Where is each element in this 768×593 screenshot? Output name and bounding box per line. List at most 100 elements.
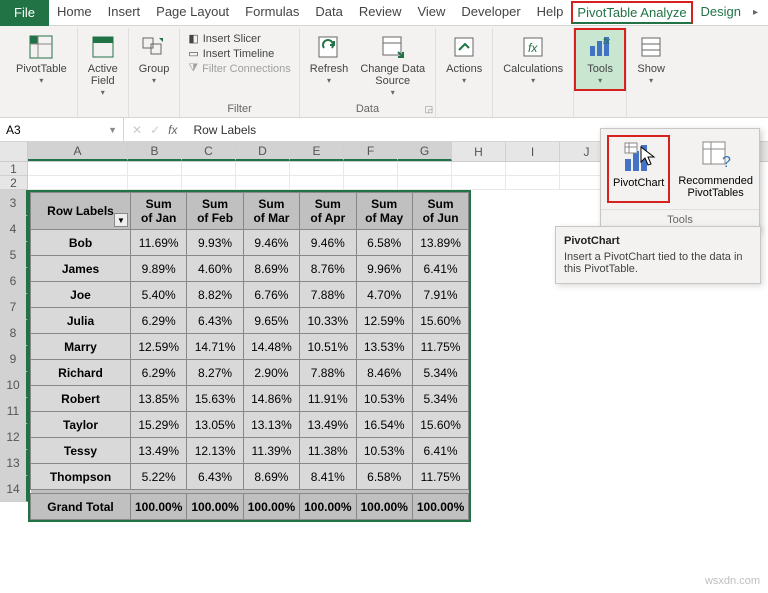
label: Refresh <box>310 63 349 75</box>
tab-review[interactable]: Review <box>351 0 410 25</box>
col-header[interactable]: H <box>452 142 506 161</box>
row-header[interactable]: 8 <box>0 320 28 346</box>
tab-formulas[interactable]: Formulas <box>237 0 307 25</box>
show-button[interactable]: Show ▾ <box>633 30 669 89</box>
tab-developer[interactable]: Developer <box>453 0 528 25</box>
fx-icon[interactable]: fx <box>168 123 177 137</box>
group-show: Show ▾ <box>627 28 675 117</box>
tab-insert[interactable]: Insert <box>100 0 149 25</box>
tools-button[interactable]: fx Tools ▾ <box>574 28 626 91</box>
label: Calculations <box>503 63 563 75</box>
col-header[interactable]: F <box>344 142 398 161</box>
tools-dropdown: PivotChart ? Recommended PivotTables Too… <box>600 128 760 231</box>
tab-data[interactable]: Data <box>307 0 350 25</box>
grand-total-row[interactable]: Grand Total100.00%100.00%100.00%100.00%1… <box>31 494 469 520</box>
tooltip: PivotChart Insert a PivotChart tied to t… <box>555 226 761 284</box>
label: Group <box>139 63 170 75</box>
name-box[interactable]: A3 ▼ <box>0 118 124 141</box>
tab-home[interactable]: Home <box>49 0 100 25</box>
actions-button[interactable]: Actions ▾ <box>442 30 486 89</box>
row-header[interactable]: 13 <box>0 450 28 476</box>
col-header[interactable]: E <box>290 142 344 161</box>
pivotchart-button[interactable]: PivotChart <box>607 135 670 203</box>
tab-view[interactable]: View <box>409 0 453 25</box>
table-row[interactable]: Tessy13.49%12.13%11.39%11.38%10.53%6.41% <box>31 438 469 464</box>
refresh-button[interactable]: Refresh ▾ <box>306 30 353 89</box>
table-row[interactable]: Taylor15.29%13.05%13.13%13.49%16.54%15.6… <box>31 412 469 438</box>
insert-timeline-button[interactable]: ▭Insert Timeline <box>188 47 290 60</box>
menubar: File Home Insert Page Layout Formulas Da… <box>0 0 768 26</box>
chevron-down-icon: ▾ <box>462 77 466 86</box>
timeline-icon: ▭ <box>188 47 198 60</box>
calculations-button[interactable]: fx Calculations ▾ <box>499 30 567 89</box>
col-header[interactable]: B <box>128 142 182 161</box>
row-header[interactable]: 14 <box>0 476 28 502</box>
col-header[interactable]: D <box>236 142 290 161</box>
chevron-down-icon: ▾ <box>391 89 395 98</box>
tabs-more-chevron-icon[interactable]: ▸ <box>749 3 762 22</box>
formula-input[interactable]: Row Labels <box>185 123 264 137</box>
label: Actions <box>446 63 482 75</box>
group-pivottable: PivotTable ▾ <box>6 28 78 117</box>
col-header[interactable]: C <box>182 142 236 161</box>
pivot-table[interactable]: Row Labels▼Sumof JanSumof FebSumof MarSu… <box>28 190 471 522</box>
activefield-icon <box>89 33 117 61</box>
changedatasource-button[interactable]: Change Data Source ▾ <box>356 30 429 101</box>
row-header[interactable]: 4 <box>0 216 28 242</box>
row-header[interactable]: 6 <box>0 268 28 294</box>
filter-dropdown-icon[interactable]: ▼ <box>114 213 128 227</box>
activefield-button[interactable]: Active Field ▾ <box>84 30 122 101</box>
row-header[interactable]: 5 <box>0 242 28 268</box>
table-row[interactable]: Thompson5.22%6.43%8.69%8.41%6.58%11.75% <box>31 464 469 490</box>
pivottable-icon <box>27 33 55 61</box>
filter-connections-button: ⧩Filter Connections <box>188 62 290 75</box>
table-row[interactable]: Robert13.85%15.63%14.86%11.91%10.53%5.34… <box>31 386 469 412</box>
row-header[interactable]: 3 <box>0 190 28 216</box>
pivottable-button[interactable]: PivotTable ▾ <box>12 30 71 89</box>
row-header[interactable]: 2 <box>0 176 28 190</box>
table-row[interactable]: Bob11.69%9.93%9.46%9.46%6.58%13.89% <box>31 230 469 256</box>
table-row[interactable]: Richard6.29%8.27%2.90%7.88%8.46%5.34% <box>31 360 469 386</box>
col-header[interactable]: I <box>506 142 560 161</box>
table-row[interactable]: Julia6.29%6.43%9.65%10.33%12.59%15.60% <box>31 308 469 334</box>
group-label: Filter <box>186 101 292 117</box>
col-header[interactable]: G <box>398 142 452 161</box>
chevron-down-icon: ▾ <box>101 89 105 98</box>
table-row[interactable]: Marry12.59%14.71%14.48%10.51%13.53%11.75… <box>31 334 469 360</box>
row-header[interactable]: 10 <box>0 372 28 398</box>
row-header[interactable]: 7 <box>0 294 28 320</box>
table-row[interactable]: Joe5.40%8.82%6.76%7.88%4.70%7.91% <box>31 282 469 308</box>
dialog-launcher-icon[interactable]: ◲ <box>425 104 434 115</box>
insert-slicer-button[interactable]: ◧Insert Slicer <box>188 32 290 45</box>
recommended-pivottables-button[interactable]: ? Recommended PivotTables <box>674 135 757 203</box>
refresh-icon <box>315 33 343 61</box>
tab-help[interactable]: Help <box>529 0 572 25</box>
cells-area[interactable]: Row Labels▼Sumof JanSumof FebSumof MarSu… <box>28 162 614 502</box>
col-header[interactable]: A <box>28 142 128 161</box>
row-header[interactable]: 9 <box>0 346 28 372</box>
chevron-down-icon: ▾ <box>327 77 331 86</box>
tab-pagelayout[interactable]: Page Layout <box>148 0 237 25</box>
label: Insert Slicer <box>203 33 261 45</box>
select-all-corner[interactable] <box>0 142 28 161</box>
group-data: Refresh ▾ Change Data Source ▾ Data ◲ <box>300 28 436 117</box>
group-calculations: fx Calculations ▾ <box>493 28 574 117</box>
svg-text:fx: fx <box>528 41 538 55</box>
group-tools: fx Tools ▾ <box>574 28 627 117</box>
chevron-down-icon: ▾ <box>598 77 602 86</box>
chevron-down-icon: ▼ <box>108 125 117 135</box>
row-header[interactable]: 12 <box>0 424 28 450</box>
file-tab[interactable]: File <box>0 0 49 26</box>
row-header[interactable]: 1 <box>0 162 28 176</box>
cell-ref: A3 <box>6 123 21 137</box>
tab-pivottable-analyze[interactable]: PivotTable Analyze <box>571 1 692 24</box>
cancel-icon[interactable]: ✕ <box>132 123 142 137</box>
ribbon: PivotTable ▾ Active Field ▾ Group ▾ ◧Ins… <box>0 26 768 118</box>
table-row[interactable]: James9.89%4.60%8.69%8.76%9.96%6.41% <box>31 256 469 282</box>
row-header[interactable]: 11 <box>0 398 28 424</box>
svg-text:?: ? <box>722 154 731 171</box>
group-button[interactable]: Group ▾ <box>135 30 174 89</box>
tab-design[interactable]: Design <box>693 0 749 25</box>
enter-icon[interactable]: ✓ <box>150 123 160 137</box>
label: Filter Connections <box>202 63 291 75</box>
